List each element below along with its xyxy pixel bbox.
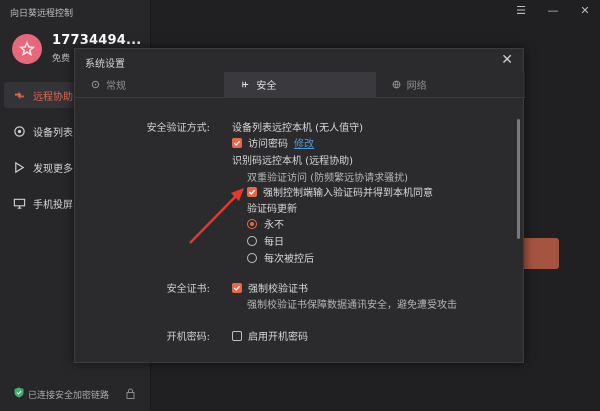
- scrollbar-thumb[interactable]: [517, 119, 520, 239]
- secure-text: 已连接安全加密链路: [28, 390, 110, 401]
- tab-label: 常规: [106, 81, 126, 92]
- lock-icon[interactable]: [126, 388, 135, 402]
- radio-label: 每次被控后: [264, 254, 314, 265]
- sidebar-item-label: 手机投屏: [33, 199, 73, 211]
- system-settings-dialog: 系统设置 ✕ 常规 安全 网络 安全验证方式: 设备列表远控本机 (无人值守) …: [74, 48, 525, 364]
- access-password-label: 访问密码: [248, 139, 288, 150]
- shield-check-icon: [14, 387, 24, 401]
- code-heading: 识别码远控本机 (远程协助): [232, 156, 353, 167]
- boot-password-label: 开机密码:: [166, 332, 210, 343]
- force-code-checkbox[interactable]: [247, 186, 257, 197]
- boot-password-checkbox[interactable]: [232, 330, 242, 341]
- verify-method-label: 安全验证方式:: [146, 123, 210, 134]
- star-avatar-icon: [19, 40, 35, 56]
- tab-network[interactable]: 网络: [376, 72, 525, 97]
- boot-password-check-label: 启用开机密码: [248, 332, 308, 343]
- tab-label: 网络: [406, 81, 427, 92]
- menu-icon[interactable]: ☰: [514, 4, 528, 17]
- cert-option[interactable]: 强制校验证书: [232, 280, 308, 295]
- window-controls: ☰ — ✕: [514, 4, 592, 17]
- globe-icon: [392, 80, 402, 90]
- double-verify-text: 双重验证访问 (防频繁远协请求骚扰): [247, 173, 408, 184]
- dialog-title: 系统设置: [85, 59, 125, 70]
- device-list-icon: [12, 124, 26, 138]
- update-option-never[interactable]: 永不: [247, 216, 284, 231]
- force-code-option[interactable]: 强制控制端输入验证码并得到本机同意: [247, 184, 433, 199]
- settings-tabs: 常规 安全 网络: [75, 72, 525, 98]
- boot-password-option[interactable]: 启用开机密码: [232, 328, 308, 343]
- radio-after-control[interactable]: [247, 252, 257, 263]
- screen-cast-icon: [12, 196, 26, 210]
- secure-connection-status: 已连接安全加密链路: [10, 387, 109, 401]
- minimize-icon[interactable]: —: [546, 4, 560, 17]
- access-password-checkbox[interactable]: [232, 137, 242, 148]
- dialog-close-icon[interactable]: ✕: [501, 52, 513, 68]
- discover-icon: [12, 160, 26, 174]
- radio-label: 永不: [264, 220, 284, 231]
- tab-label: 安全: [256, 81, 277, 92]
- tab-general[interactable]: 常规: [75, 72, 226, 97]
- radio-never[interactable]: [247, 218, 257, 229]
- radio-label: 每日: [264, 237, 284, 248]
- close-window-icon[interactable]: ✕: [578, 4, 592, 17]
- update-option-daily[interactable]: 每日: [247, 233, 284, 248]
- cert-checkbox[interactable]: [232, 282, 242, 293]
- cert-label: 安全证书:: [166, 284, 210, 295]
- shield-icon: [241, 80, 251, 90]
- tab-security[interactable]: 安全: [225, 72, 376, 97]
- app-title: 向日葵远程控制: [10, 9, 74, 19]
- sidebar-item-label: 发现更多: [33, 163, 73, 175]
- avatar[interactable]: [12, 33, 42, 64]
- radio-daily[interactable]: [247, 235, 257, 246]
- cert-check-label: 强制校验证书: [248, 284, 308, 295]
- sidebar-item-label: 设备列表: [33, 127, 73, 139]
- force-code-label: 强制控制端输入验证码并得到本机同意: [263, 188, 433, 199]
- remote-assist-icon: [12, 88, 26, 102]
- user-id: 17734494...: [52, 33, 142, 48]
- access-password-option[interactable]: 访问密码 修改: [232, 135, 314, 150]
- sidebar-item-label: 远程协助: [33, 91, 73, 103]
- code-update-heading: 验证码更新: [247, 204, 297, 215]
- update-option-after-control[interactable]: 每次被控后: [247, 250, 314, 265]
- security-settings-content: 安全验证方式: 设备列表远控本机 (无人值守) 访问密码 修改 识别码远控本机 …: [75, 99, 513, 364]
- cert-description: 强制校验证书保障数据通讯安全，避免遭受攻击: [247, 300, 457, 311]
- modify-password-link[interactable]: 修改: [294, 135, 314, 150]
- gear-icon: [91, 80, 101, 90]
- device-list-heading: 设备列表远控本机 (无人值守): [232, 123, 363, 134]
